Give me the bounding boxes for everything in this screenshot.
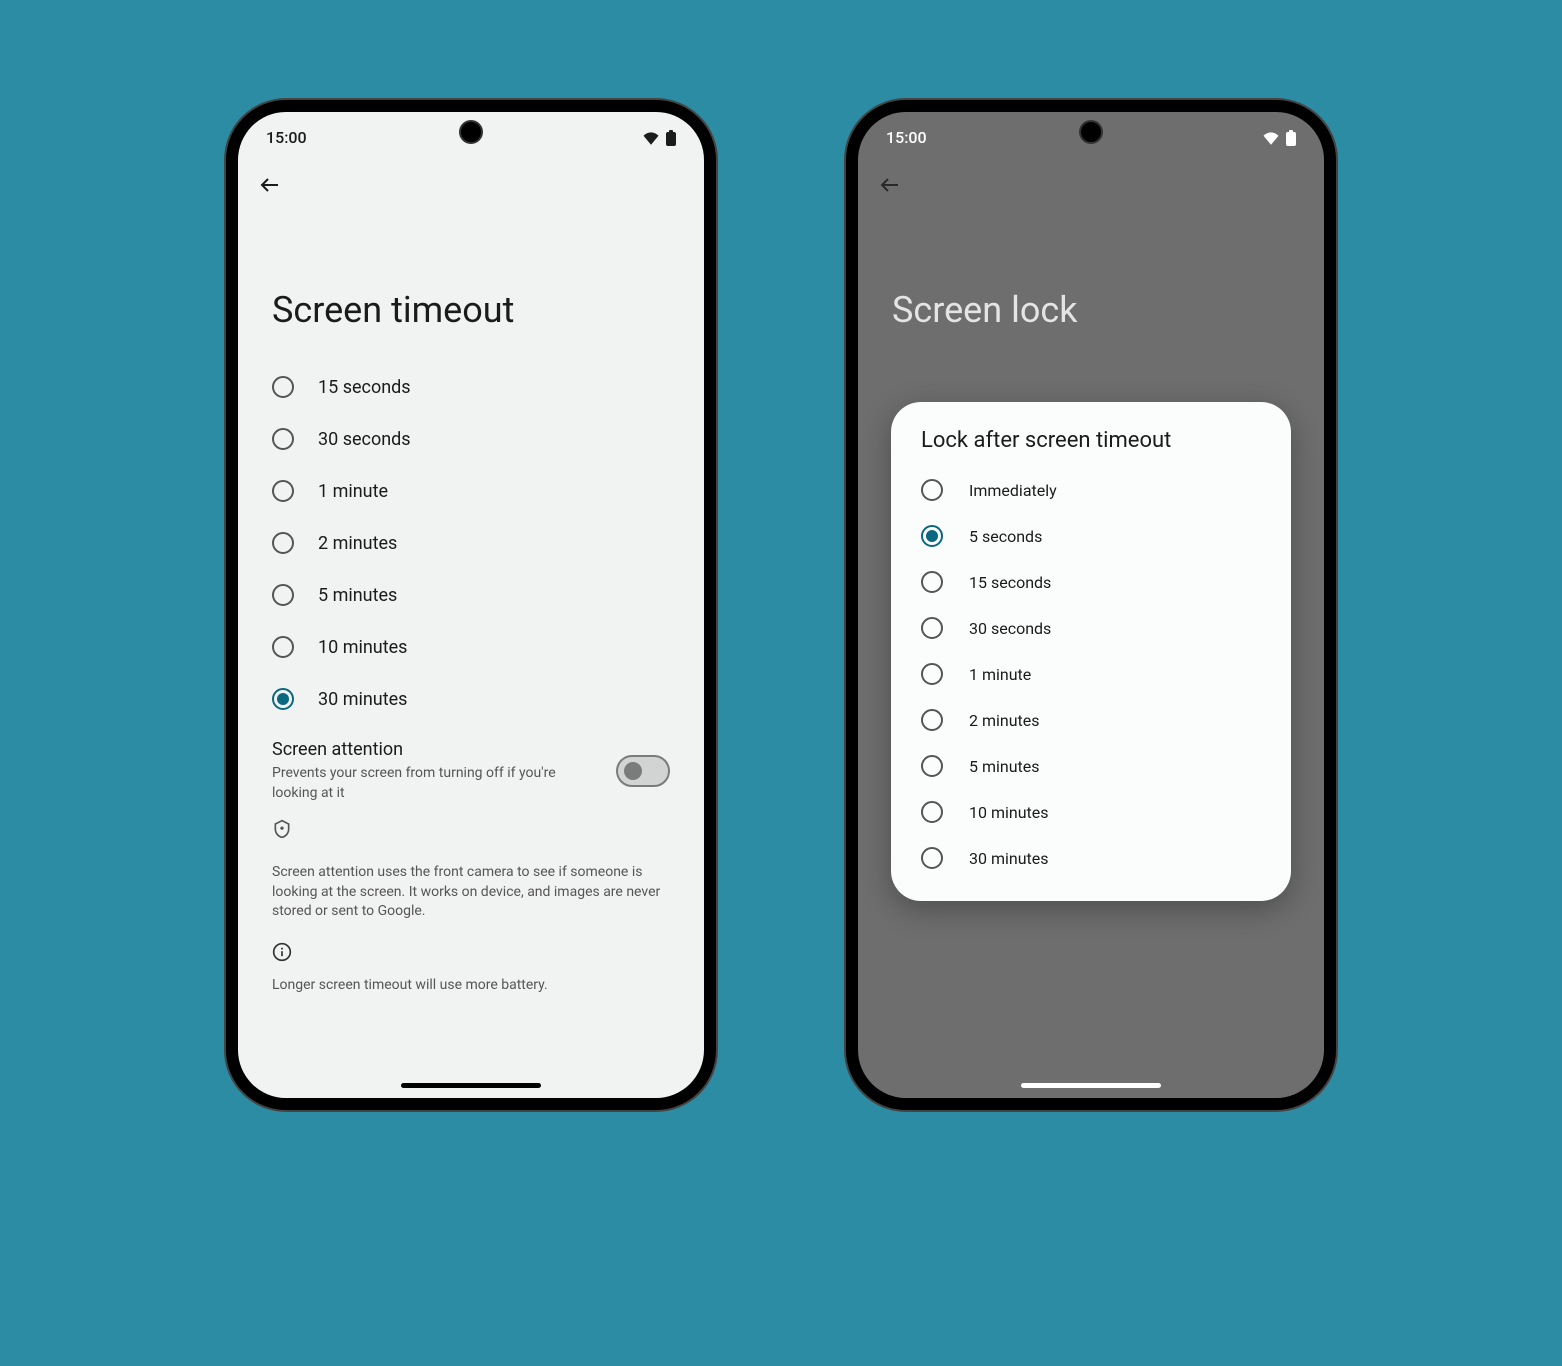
radio-icon (272, 532, 294, 554)
lock-option[interactable]: 30 minutes (891, 835, 1291, 881)
camera-cutout (459, 120, 483, 144)
timeout-option[interactable]: 1 minute (258, 465, 684, 517)
option-label: 10 minutes (318, 637, 407, 658)
lock-option[interactable]: 15 seconds (891, 559, 1291, 605)
option-label: 15 seconds (969, 573, 1051, 592)
radio-icon (272, 584, 294, 606)
option-label: 5 minutes (318, 585, 397, 606)
radio-icon (921, 709, 943, 731)
radio-icon (272, 636, 294, 658)
timeout-option[interactable]: 30 seconds (258, 413, 684, 465)
radio-icon (921, 479, 943, 501)
phone-right: 15:00 Screen lock Lock after screen time… (846, 100, 1336, 1110)
option-label: 30 seconds (318, 429, 411, 450)
radio-icon (921, 755, 943, 777)
back-button[interactable] (258, 173, 282, 197)
lock-timeout-dialog: Lock after screen timeout Immediately 5 … (891, 402, 1291, 901)
page-title: Screen timeout (238, 219, 704, 361)
lock-option[interactable]: 30 seconds (891, 605, 1291, 651)
option-label: 5 seconds (969, 527, 1042, 546)
timeout-option[interactable]: 5 minutes (258, 569, 684, 621)
info-icon (272, 942, 292, 962)
info-icon-row (238, 936, 704, 972)
option-label: 10 minutes (969, 803, 1049, 822)
lock-option[interactable]: 10 minutes (891, 789, 1291, 835)
status-icons (642, 130, 676, 146)
lock-option[interactable]: Immediately (891, 467, 1291, 513)
arrow-left-icon (878, 173, 902, 197)
radio-icon (921, 663, 943, 685)
dialog-title: Lock after screen timeout (891, 428, 1291, 467)
attention-subtitle: Prevents your screen from turning off if… (272, 764, 592, 803)
radio-icon (272, 688, 294, 710)
battery-icon (666, 130, 676, 146)
option-label: 2 minutes (969, 711, 1040, 730)
radio-icon (272, 480, 294, 502)
lock-option[interactable]: 5 seconds (891, 513, 1291, 559)
timeout-option[interactable]: 15 seconds (258, 361, 684, 413)
radio-icon (921, 801, 943, 823)
radio-icon (272, 376, 294, 398)
status-time: 15:00 (886, 128, 927, 147)
radio-icon (272, 428, 294, 450)
radio-icon (921, 847, 943, 869)
timeout-option[interactable]: 10 minutes (258, 621, 684, 673)
option-label: 15 seconds (318, 377, 411, 398)
privacy-icon-row (238, 813, 704, 849)
back-button[interactable] (878, 173, 902, 197)
option-label: Immediately (969, 481, 1057, 500)
option-label: 1 minute (318, 481, 388, 502)
shield-icon (272, 819, 292, 839)
wifi-icon (642, 131, 660, 145)
wifi-icon (1262, 131, 1280, 145)
attention-toggle[interactable] (616, 755, 670, 787)
timeout-option[interactable]: 30 minutes (258, 673, 684, 725)
back-row (858, 155, 1324, 219)
timeout-options: 15 seconds 30 seconds 1 minute 2 minutes… (238, 361, 704, 725)
radio-icon (921, 617, 943, 639)
back-row (238, 155, 704, 219)
option-label: 2 minutes (318, 533, 397, 554)
option-label: 30 minutes (318, 689, 407, 710)
lock-option[interactable]: 5 minutes (891, 743, 1291, 789)
option-label: 30 minutes (969, 849, 1049, 868)
arrow-left-icon (258, 173, 282, 197)
option-label: 1 minute (969, 665, 1031, 684)
privacy-text: Screen attention uses the front camera t… (238, 849, 704, 936)
radio-icon (921, 525, 943, 547)
screen-attention-row[interactable]: Screen attention Prevents your screen fr… (238, 725, 704, 813)
gesture-bar (1021, 1083, 1161, 1088)
option-label: 30 seconds (969, 619, 1051, 638)
status-icons (1262, 130, 1296, 146)
footer-text: Longer screen timeout will use more batt… (238, 972, 704, 1010)
attention-title: Screen attention (272, 739, 592, 760)
phone-left: 15:00 Screen timeout 15 seconds 30 secon… (226, 100, 716, 1110)
lock-option[interactable]: 1 minute (891, 651, 1291, 697)
timeout-option[interactable]: 2 minutes (258, 517, 684, 569)
screen-lock-screen: 15:00 Screen lock Lock after screen time… (858, 112, 1324, 1098)
status-time: 15:00 (266, 128, 307, 147)
lock-option[interactable]: 2 minutes (891, 697, 1291, 743)
radio-icon (921, 571, 943, 593)
battery-icon (1286, 130, 1296, 146)
screen-timeout-screen: 15:00 Screen timeout 15 seconds 30 secon… (238, 112, 704, 1098)
gesture-bar (401, 1083, 541, 1088)
page-title: Screen lock (858, 219, 1324, 361)
camera-cutout (1079, 120, 1103, 144)
option-label: 5 minutes (969, 757, 1040, 776)
